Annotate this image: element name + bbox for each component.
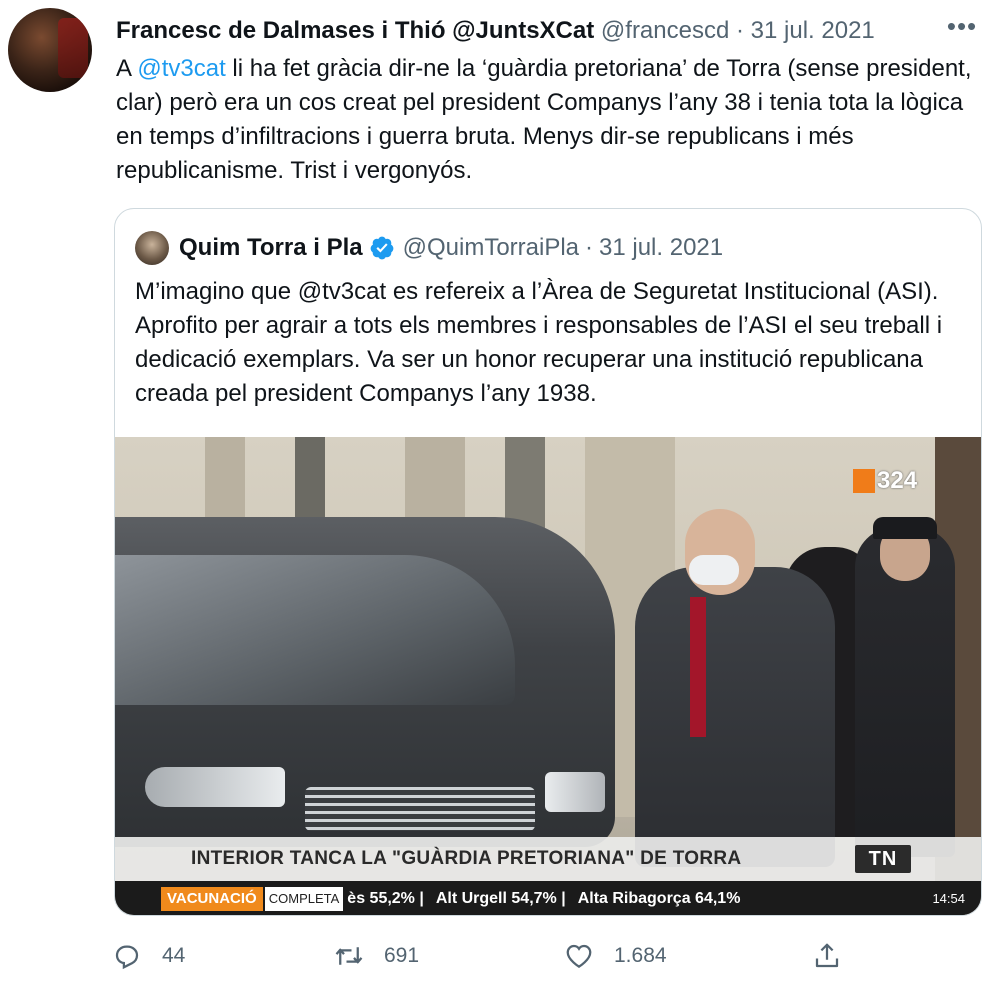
quote-date[interactable]: 31 jul. 2021 [599, 231, 723, 265]
car-grille [305, 787, 535, 831]
quoted-tweet[interactable]: Quim Torra i Pla @QuimTorraiPla · 31 jul… [114, 208, 982, 916]
reply-count: 44 [162, 944, 186, 967]
share-button[interactable] [812, 936, 862, 976]
quote-author-avatar[interactable] [135, 231, 169, 265]
ticker-tag: VACUNACIÓ [161, 887, 263, 911]
header-separator: · [736, 17, 744, 44]
retweet-icon [335, 947, 363, 965]
like-button[interactable]: 1.684 [564, 936, 667, 976]
tweet-text-body: li ha fet gràcia dir-ne la ‘guàrdia pret… [116, 55, 972, 184]
tweet-text: A @tv3cat li ha fet gràcia dir-ne la ‘gu… [116, 52, 976, 188]
quote-author-name[interactable]: Quim Torra i Pla [179, 231, 363, 265]
author-handle[interactable]: @francescd [601, 17, 729, 44]
author-avatar[interactable] [8, 8, 92, 92]
channel-logo-text: 324 [877, 467, 918, 494]
tn-program-logo: TN [855, 845, 911, 873]
face-mask [689, 555, 739, 585]
channel-324-logo: 324 [853, 467, 917, 495]
ticker-time: 14:54 [924, 881, 965, 915]
ticker-item: Alta Ribagorça 64,1% [577, 890, 741, 907]
reply-icon [115, 945, 139, 970]
reply-button[interactable]: 44 [112, 936, 185, 976]
tweet-actions-bar: 44 691 1.684 [112, 936, 852, 976]
car-windshield [115, 555, 515, 705]
tweet-header: Francesc de Dalmases i Thió @JuntsXCat @… [116, 14, 940, 48]
officer-cap [873, 517, 937, 539]
man-figure [635, 567, 835, 867]
ticker-item: Alt Urgell 54,7% | [435, 890, 566, 907]
car-headlight [145, 767, 285, 807]
more-options-icon[interactable]: ••• [946, 13, 978, 44]
share-icon [815, 943, 839, 968]
news-ticker: VACUNACIÓ COMPLETA ès 55,2% | Alt Urgell 54… [115, 881, 981, 915]
retweet-button[interactable]: 691 [334, 936, 419, 976]
verified-badge-icon [370, 236, 393, 260]
quote-author-handle[interactable]: @QuimTorraiPla [403, 231, 579, 265]
red-tie [690, 597, 706, 737]
tweet-text-prefix: A [116, 55, 138, 82]
author-name[interactable]: Francesc de Dalmases i Thió @JuntsXCat [116, 17, 594, 44]
quote-media-image[interactable]: 324 INTERIOR TANCA LA "GUÀRDIA PRETORIAN… [115, 437, 981, 915]
car-headlight [545, 772, 605, 812]
ticker-item: ès 55,2% | [347, 890, 424, 907]
ticker-tag-secondary: COMPLETA [264, 887, 344, 911]
heart-icon [566, 944, 592, 968]
tweet-date[interactable]: 31 jul. 2021 [751, 17, 875, 44]
retweet-count: 691 [384, 944, 420, 967]
quote-separator: · [585, 234, 594, 261]
quote-header: Quim Torra i Pla @QuimTorraiPla · 31 jul… [179, 231, 723, 265]
broadcast-headline: INTERIOR TANCA LA "GUÀRDIA PRETORIANA" D… [191, 848, 742, 869]
like-count: 1.684 [614, 944, 667, 967]
mention-link[interactable]: @tv3cat [137, 55, 225, 82]
quote-text: M’imagino que @tv3cat es refereix a l’Àr… [135, 278, 943, 407]
